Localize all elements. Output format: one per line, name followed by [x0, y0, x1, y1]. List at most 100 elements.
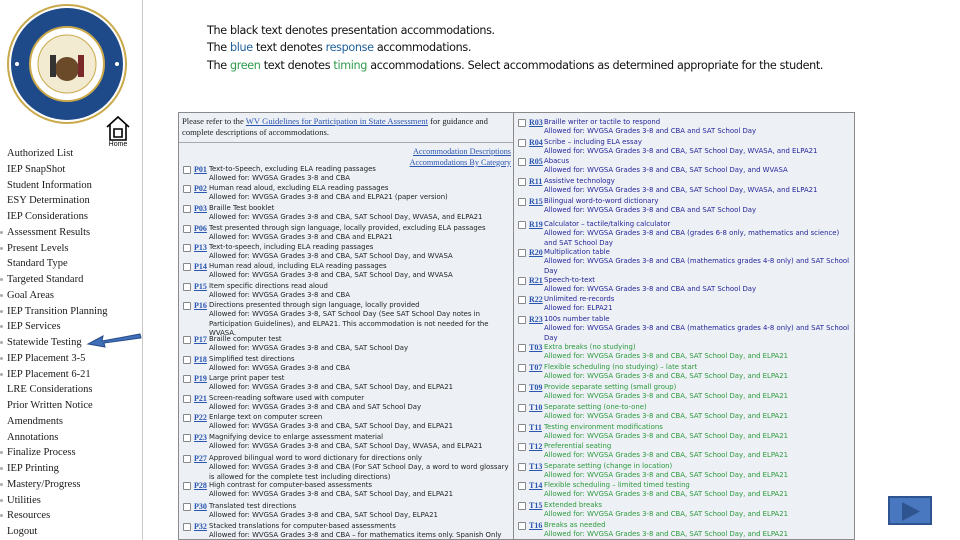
accommodation-code-link[interactable]: P06 [194, 224, 207, 233]
accommodation-checkbox[interactable] [183, 185, 191, 193]
sidebar-item-annotations[interactable]: Annotations [0, 430, 58, 445]
accommodation-code-link[interactable]: P18 [194, 355, 207, 364]
accommodation-checkbox[interactable] [183, 225, 191, 233]
accommodation-checkbox[interactable] [183, 414, 191, 422]
accommodation-code-link[interactable]: P23 [194, 433, 207, 442]
accommodation-code-link[interactable]: R19 [529, 220, 543, 229]
accommodation-checkbox[interactable] [518, 316, 526, 324]
accommodation-checkbox[interactable] [518, 158, 526, 166]
accommodation-checkbox[interactable] [183, 205, 191, 213]
accommodation-code-link[interactable]: R03 [529, 118, 543, 127]
accommodation-checkbox[interactable] [183, 395, 191, 403]
accommodation-checkbox[interactable] [518, 249, 526, 257]
accommodation-checkbox[interactable] [183, 523, 191, 531]
sidebar-item-prior-written-notice[interactable]: Prior Written Notice [0, 398, 93, 413]
sidebar-item-assessment-results[interactable]: Assessment Results [0, 225, 90, 240]
accommodation-code-link[interactable]: P19 [194, 374, 207, 383]
accommodation-code-link[interactable]: T13 [529, 462, 542, 471]
sidebar-item-resources[interactable]: Resources [0, 508, 50, 523]
accommodation-checkbox[interactable] [183, 244, 191, 252]
accommodation-checkbox[interactable] [518, 424, 526, 432]
accommodation-code-link[interactable]: P01 [194, 165, 207, 174]
accommodation-code-link[interactable]: P03 [194, 204, 207, 213]
accommodation-checkbox[interactable] [518, 178, 526, 186]
sidebar-item-iep-transition-planning[interactable]: IEP Transition Planning [0, 304, 108, 319]
accommodation-checkbox[interactable] [518, 119, 526, 127]
accommodation-code-link[interactable]: P15 [194, 282, 207, 291]
accommodation-code-link[interactable]: R22 [529, 295, 543, 304]
accommodation-checkbox[interactable] [518, 296, 526, 304]
accommodation-code-link[interactable]: P30 [194, 502, 207, 511]
accommodation-checkbox[interactable] [183, 336, 191, 344]
sidebar-item-esy-determination[interactable]: ESY Determination [0, 193, 90, 208]
sidebar-item-amendments[interactable]: Amendments [0, 414, 63, 429]
sidebar-item-lre-considerations[interactable]: LRE Considerations [0, 382, 92, 397]
accommodation-checkbox[interactable] [518, 502, 526, 510]
accommodation-code-link[interactable]: P17 [194, 335, 207, 344]
accommodation-checkbox[interactable] [518, 364, 526, 372]
next-slide-button[interactable] [888, 496, 932, 525]
accommodation-code-link[interactable]: T11 [529, 423, 542, 432]
guidelines-link[interactable]: WV Guidelines for Participation in State… [246, 116, 428, 126]
sidebar-item-mastery-progress[interactable]: Mastery/Progress [0, 477, 81, 492]
accommodation-code-link[interactable]: R04 [529, 138, 543, 147]
accommodation-checkbox[interactable] [518, 482, 526, 490]
accommodation-code-link[interactable]: R20 [529, 248, 543, 257]
sidebar-item-present-levels[interactable]: Present Levels [0, 241, 69, 256]
accommodation-checkbox[interactable] [518, 404, 526, 412]
accommodation-code-link[interactable]: P28 [194, 481, 207, 490]
accommodation-code-link[interactable]: T12 [529, 442, 542, 451]
accommodation-code-link[interactable]: P27 [194, 454, 207, 463]
accommodation-code-link[interactable]: R15 [529, 197, 543, 206]
sidebar-item-iep-placement-6-21[interactable]: IEP Placement 6-21 [0, 367, 91, 382]
accommodation-code-link[interactable]: P21 [194, 394, 207, 403]
sidebar-item-goal-areas[interactable]: Goal Areas [0, 288, 54, 303]
sidebar-item-finalize-process[interactable]: Finalize Process [0, 445, 76, 460]
sidebar-item-iep-placement-3-5[interactable]: IEP Placement 3-5 [0, 351, 85, 366]
accommodation-code-link[interactable]: T09 [529, 383, 542, 392]
accommodation-checkbox[interactable] [183, 482, 191, 490]
accommodation-code-link[interactable]: T10 [529, 403, 542, 412]
accommodation-code-link[interactable]: P22 [194, 413, 207, 422]
accommodation-checkbox[interactable] [183, 356, 191, 364]
accommodation-checkbox[interactable] [518, 198, 526, 206]
accommodation-checkbox[interactable] [183, 283, 191, 291]
sidebar-item-iep-printing[interactable]: IEP Printing [0, 461, 59, 476]
sidebar-item-utilities[interactable]: Utilities [0, 493, 41, 508]
sidebar-item-iep-snapshot[interactable]: IEP SnapShot [0, 162, 65, 177]
sidebar-item-targeted-standard[interactable]: Targeted Standard [0, 272, 83, 287]
accommodation-checkbox[interactable] [183, 503, 191, 511]
accommodation-descriptions-link[interactable]: Accommodation Descriptions [413, 147, 511, 156]
accommodation-code-link[interactable]: T14 [529, 481, 542, 490]
accommodation-checkbox[interactable] [518, 443, 526, 451]
accommodation-checkbox[interactable] [183, 302, 191, 310]
sidebar-item-authorized-list[interactable]: Authorized List [0, 146, 73, 161]
sidebar-item-standard-type[interactable]: Standard Type [0, 256, 68, 271]
accommodation-code-link[interactable]: P14 [194, 262, 207, 271]
accommodation-checkbox[interactable] [518, 522, 526, 530]
sidebar-item-student-information[interactable]: Student Information [0, 178, 92, 193]
accommodation-checkbox[interactable] [518, 277, 526, 285]
accommodation-checkbox[interactable] [183, 434, 191, 442]
accommodation-code-link[interactable]: P02 [194, 184, 207, 193]
accommodation-code-link[interactable]: R23 [529, 315, 543, 324]
accommodation-code-link[interactable]: R21 [529, 276, 543, 285]
accommodation-code-link[interactable]: T15 [529, 501, 542, 510]
accommodation-code-link[interactable]: T16 [529, 521, 542, 530]
accommodation-code-link[interactable]: P13 [194, 243, 207, 252]
sidebar-item-iep-considerations[interactable]: IEP Considerations [0, 209, 88, 224]
sidebar-item-statewide-testing[interactable]: Statewide Testing [0, 335, 82, 350]
sidebar-item-logout[interactable]: Logout [0, 524, 37, 539]
accommodation-checkbox[interactable] [183, 166, 191, 174]
accommodation-code-link[interactable]: R05 [529, 157, 543, 166]
accommodation-checkbox[interactable] [183, 263, 191, 271]
sidebar-item-iep-services[interactable]: IEP Services [0, 319, 61, 334]
accommodation-checkbox[interactable] [518, 344, 526, 352]
accommodation-checkbox[interactable] [518, 463, 526, 471]
accommodation-code-link[interactable]: T07 [529, 363, 542, 372]
accommodation-code-link[interactable]: R11 [529, 177, 542, 186]
accommodation-code-link[interactable]: T03 [529, 343, 542, 352]
accommodation-checkbox[interactable] [518, 384, 526, 392]
home-button[interactable]: Home [104, 114, 132, 152]
accommodation-checkbox[interactable] [518, 221, 526, 229]
